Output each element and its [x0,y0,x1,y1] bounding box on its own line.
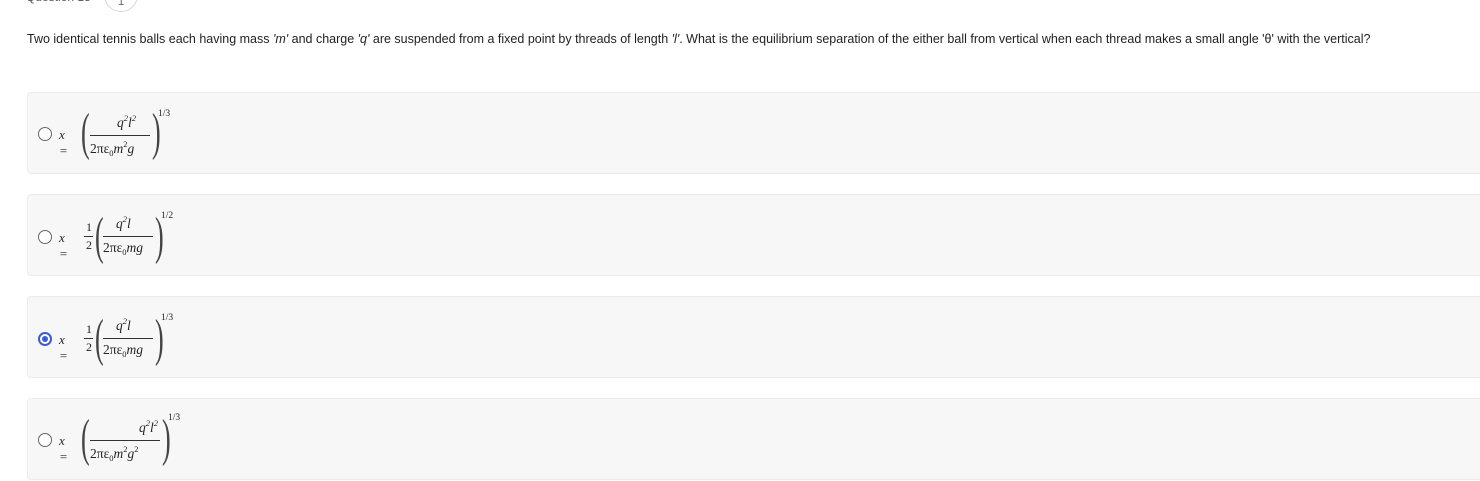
formula-denominator: 2πε0m2g [90,139,135,158]
formula-denominator: 2πε0mg [103,240,143,257]
formula-exponent: 1/3 [161,313,174,323]
answer-option-a[interactable]: x = ( q2l2 2πε0m2g ) 1/3 [27,92,1480,174]
charge-symbol: 'q' [357,32,370,46]
formula-numerator: q2l [116,214,131,231]
question-number-label: Question 18 [26,0,91,10]
formula-denominator: 2πε0mg [103,342,143,359]
fraction-bar [103,236,153,237]
formula-lhs: x = [59,127,68,158]
half-numerator: 1 [86,322,92,336]
radio-button-a[interactable] [38,127,52,141]
formula-exponent: 1/3 [168,413,181,423]
question-badge: 1 [104,0,138,12]
fraction-bar [103,338,153,339]
answer-option-c[interactable]: x = 1 2 ( q2l 2πε0mg ) 1/3 [27,296,1480,378]
formula-lhs: x = [59,230,68,261]
answer-option-b[interactable]: x = 1 2 ( q2l 2πε0mg ) 1/2 [27,194,1480,276]
radio-button-b[interactable] [38,230,52,244]
formula-numerator: q2l [116,316,131,333]
question-text-part: . What is the equilibrium separation of … [679,32,1371,46]
half-fraction-bar [84,236,93,237]
question-text-part: Two identical tennis balls each having m… [27,32,273,46]
question-text: Two identical tennis balls each having m… [27,30,1467,48]
formula-lhs: x = [59,433,68,464]
fraction-bar [90,440,160,441]
question-text-part: are suspended from a fixed point by thre… [369,32,672,46]
radio-button-c-selected[interactable] [38,332,52,346]
formula-denominator: 2πε0m2g2 [90,444,139,463]
fraction-bar [90,135,150,136]
half-fraction-bar [84,338,93,339]
question-text-part: and charge [288,32,358,46]
formula-exponent: 1/2 [161,211,174,221]
half-denominator: 2 [86,340,92,354]
mass-symbol: 'm' [272,32,289,46]
formula-numerator: q2l2 [139,418,159,435]
half-numerator: 1 [86,220,92,234]
left-paren: ( [81,410,90,467]
radio-button-d[interactable] [38,433,52,447]
formula-lhs: x = [59,332,68,363]
answer-option-d[interactable]: x = ( q2l2 2πε0m2g2 ) 1/3 [27,398,1480,480]
formula-numerator: q2l2 [117,113,137,130]
left-paren: ( [81,104,90,161]
half-denominator: 2 [86,238,92,252]
formula-exponent: 1/3 [158,109,171,119]
